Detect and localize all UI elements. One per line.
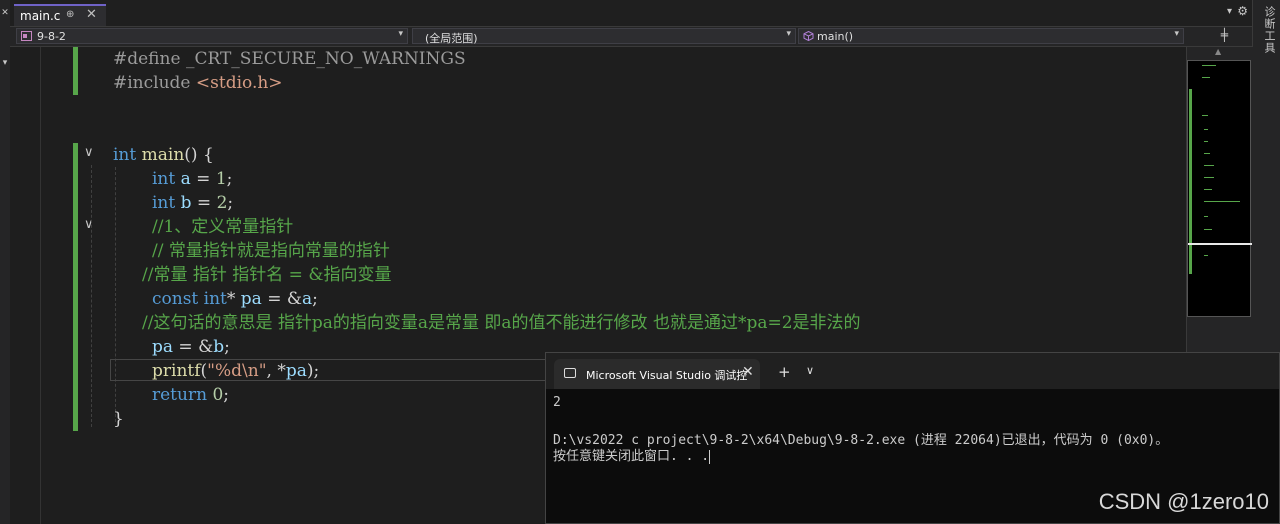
close-icon[interactable]: ✕: [0, 8, 10, 18]
scope-label: (全局范围): [425, 32, 478, 45]
new-tab-plus-icon[interactable]: +: [778, 363, 791, 381]
debug-console-window[interactable]: Microsoft Visual Studio 调试控 ✕ + ∨ 2 D:\v…: [545, 352, 1280, 524]
code-line-13: pa = &b;: [152, 337, 230, 357]
tab-list-dropdown-icon[interactable]: ▾: [1227, 6, 1232, 17]
code-line-15: return 0;: [152, 385, 230, 405]
terminal-icon: [564, 368, 576, 378]
fold-toggle-icon[interactable]: ∨: [84, 145, 94, 160]
navigation-bar: 9-8-2 ▾ (全局范围) ▾ main() ▾ ╪: [10, 27, 1252, 47]
code-line-14: printf("%d\n", *pa);: [152, 361, 320, 381]
scroll-up-icon[interactable]: ▲: [1215, 47, 1221, 56]
pin-icon[interactable]: ⊕: [66, 9, 74, 20]
chevron-down-icon: ▾: [786, 29, 791, 39]
console-tab-title: Microsoft Visual Studio 调试控: [586, 369, 748, 382]
tab-label: main.c: [20, 9, 61, 23]
console-output-line: 2: [553, 395, 561, 410]
gear-icon[interactable]: ⚙: [1237, 4, 1248, 18]
code-line-12: //这句话的意思是 指针pa的指向变量a是常量 即a的值不能进行修改 也就是通过…: [142, 313, 861, 333]
method-cube-icon: [803, 31, 814, 41]
code-line-7: int b = 2;: [152, 193, 234, 213]
fold-guide: [91, 165, 92, 427]
chevron-down-icon[interactable]: ∨: [806, 364, 814, 377]
change-indicator: [73, 143, 78, 431]
function-name: main(): [817, 30, 854, 43]
tab-main-c[interactable]: main.c ⊕ ✕: [14, 4, 106, 26]
code-line-2: #include <stdio.h>: [113, 73, 283, 93]
chevron-down-icon: ▾: [398, 29, 403, 39]
code-line-16: }: [113, 409, 124, 429]
change-indicator: [73, 47, 78, 95]
chevron-down-icon[interactable]: ▾: [0, 58, 10, 68]
console-tab-bar: Microsoft Visual Studio 调试控 ✕ + ∨: [546, 353, 1279, 389]
fold-toggle-icon[interactable]: ∨: [84, 217, 94, 232]
code-line-5: int main() {: [113, 145, 214, 165]
scope-dropdown[interactable]: (全局范围) ▾: [412, 28, 796, 45]
close-icon[interactable]: ✕: [86, 7, 97, 22]
split-window-icon[interactable]: ╪: [1221, 28, 1228, 42]
code-line-1: #define _CRT_SECURE_NO_WARNINGS: [113, 49, 466, 69]
editor-gutter: [10, 47, 41, 524]
code-line-10: //常量 指针 指针名 = &指向变量: [142, 265, 392, 285]
project-dropdown[interactable]: 9-8-2 ▾: [16, 28, 408, 44]
diagnostic-tools-tab[interactable]: 诊断工具: [1261, 6, 1277, 54]
code-line-9: // 常量指针就是指向常量的指针: [152, 241, 390, 261]
code-line-6: int a = 1;: [152, 169, 233, 189]
scroll-map-preview[interactable]: [1187, 60, 1252, 317]
map-change-indicator: [1189, 89, 1192, 274]
project-name: 9-8-2: [37, 30, 66, 43]
code-line-8: //1、定义常量指针: [152, 217, 294, 237]
chevron-down-icon: ▾: [1174, 29, 1179, 39]
indent-guide: [115, 167, 116, 422]
console-tab[interactable]: Microsoft Visual Studio 调试控 ✕: [554, 359, 760, 389]
function-dropdown[interactable]: main() ▾: [798, 28, 1184, 44]
document-tab-bar: main.c ⊕ ✕ ▾ ⚙: [10, 0, 1252, 27]
project-icon: [21, 31, 32, 41]
close-icon[interactable]: ✕: [742, 364, 754, 380]
watermark: CSDN @1zero10: [1098, 489, 1269, 514]
text-cursor: [709, 449, 711, 464]
code-line-11: const int* pa = &a;: [152, 289, 318, 309]
map-current-line: [1188, 243, 1252, 245]
console-output-line: 按任意键关闭此窗口. . .: [553, 449, 711, 464]
